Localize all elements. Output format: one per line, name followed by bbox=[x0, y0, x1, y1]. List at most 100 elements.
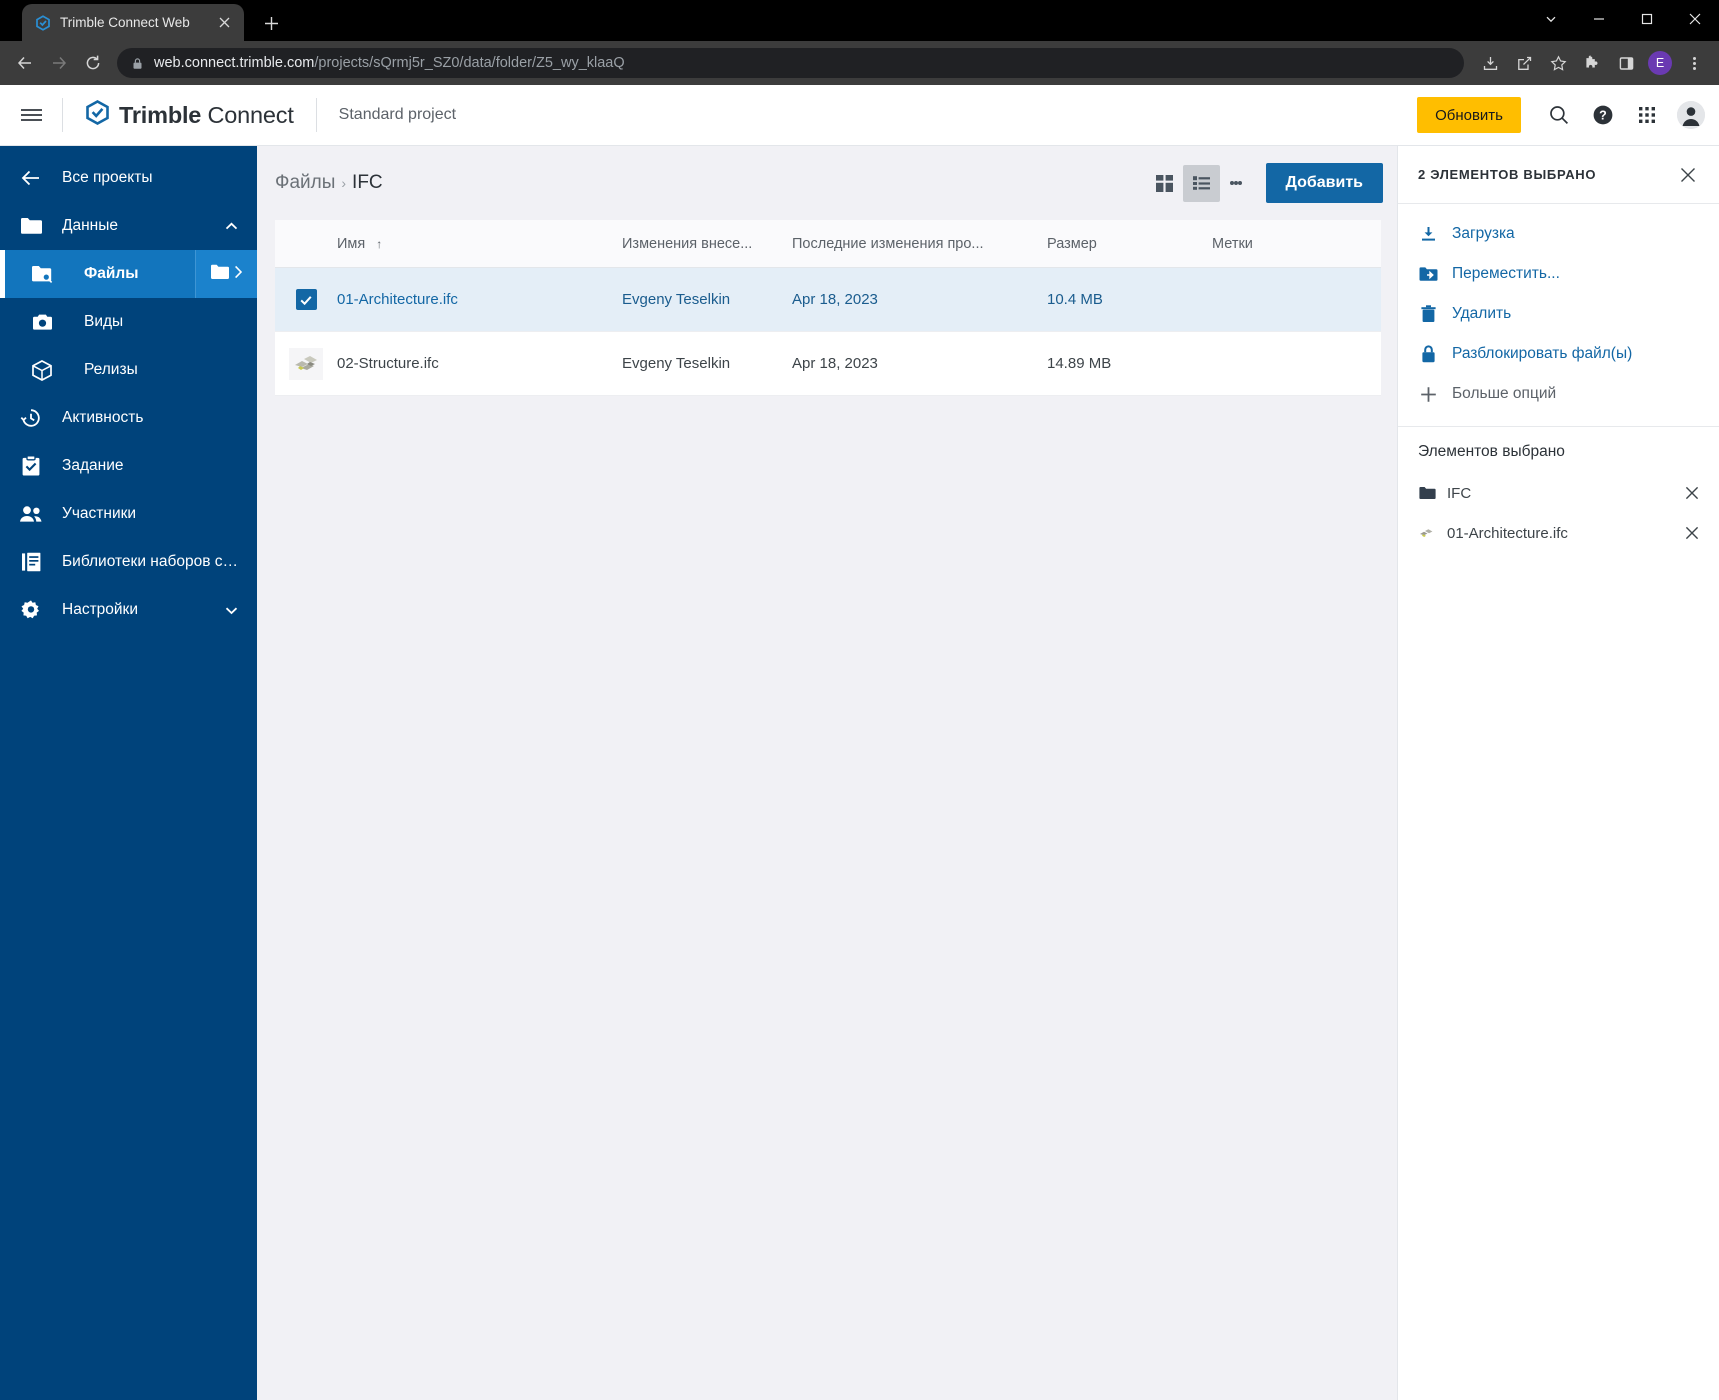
browser-titlebar: Trimble Connect Web bbox=[0, 0, 1719, 41]
puzzle-icon[interactable] bbox=[1576, 47, 1608, 79]
row-file-name[interactable]: 01-Architecture.ifc bbox=[337, 291, 622, 308]
row-checkbox[interactable] bbox=[275, 289, 337, 310]
sidebar-item-property-set-libraries[interactable]: Библиотеки наборов св... bbox=[0, 538, 257, 586]
star-icon[interactable] bbox=[1542, 47, 1574, 79]
svg-text:?: ? bbox=[1599, 109, 1607, 123]
reload-icon[interactable] bbox=[77, 47, 109, 79]
selected-item-folder: IFC bbox=[1398, 473, 1719, 513]
maximize-icon[interactable] bbox=[1623, 0, 1671, 38]
install-app-icon[interactable] bbox=[1474, 47, 1506, 79]
close-icon[interactable] bbox=[1673, 160, 1703, 190]
sidebar: Все проекты Данные Файлы Виды Релизы Акт… bbox=[0, 146, 257, 1400]
table-header-modified-by[interactable]: Изменения внесе... bbox=[622, 236, 792, 252]
profile-avatar[interactable]: E bbox=[1644, 47, 1676, 79]
search-icon[interactable] bbox=[1539, 95, 1579, 135]
row-thumbnail[interactable] bbox=[275, 347, 337, 380]
address-bar-url: web.connect.trimble.com/projects/sQrmj5r… bbox=[154, 55, 625, 71]
clipboard-check-icon bbox=[0, 455, 62, 477]
new-tab-button[interactable] bbox=[256, 8, 286, 38]
row-size: 10.4 MB bbox=[1047, 291, 1103, 308]
side-panel-icon[interactable] bbox=[1610, 47, 1642, 79]
sidebar-item-views-label: Виды bbox=[84, 313, 124, 330]
action-download[interactable]: Загрузка bbox=[1398, 214, 1719, 254]
close-icon[interactable] bbox=[1671, 0, 1719, 38]
chevron-down-icon[interactable] bbox=[219, 603, 243, 618]
action-delete-label: Удалить bbox=[1452, 305, 1512, 322]
help-icon[interactable]: ? bbox=[1583, 95, 1623, 135]
url-path: /projects/sQrmj5r_SZ0/data/folder/Z5_wy_… bbox=[314, 55, 625, 71]
sidebar-item-todo[interactable]: Задание bbox=[0, 442, 257, 490]
sidebar-item-members[interactable]: Участники bbox=[0, 490, 257, 538]
back-arrow-icon[interactable] bbox=[9, 47, 41, 79]
list-view-icon[interactable] bbox=[1182, 164, 1220, 202]
minimize-icon[interactable] bbox=[1575, 0, 1623, 38]
row-file-name[interactable]: 02-Structure.ifc bbox=[337, 355, 622, 372]
close-icon[interactable] bbox=[214, 13, 234, 33]
header-actions: ? bbox=[1521, 95, 1719, 135]
brand-bold: Trimble bbox=[119, 101, 202, 128]
sidebar-item-settings[interactable]: Настройки bbox=[0, 586, 257, 634]
action-more-options[interactable]: Больше опций bbox=[1398, 374, 1719, 414]
move-folder-icon bbox=[1418, 266, 1438, 282]
chevron-up-icon[interactable] bbox=[219, 219, 243, 234]
folder-icon bbox=[1418, 486, 1436, 500]
forward-arrow-icon[interactable] bbox=[43, 47, 75, 79]
grid-view-icon[interactable] bbox=[1146, 165, 1183, 202]
sidebar-files-folder-button[interactable] bbox=[195, 250, 257, 298]
action-delete[interactable]: Удалить bbox=[1398, 294, 1719, 334]
sidebar-item-releases[interactable]: Релизы bbox=[0, 346, 257, 394]
brand-name: Trimble Connect bbox=[119, 102, 294, 129]
app-header: Trimble Connect Standard project Обновит… bbox=[0, 85, 1719, 146]
close-icon[interactable] bbox=[1679, 480, 1705, 506]
kebab-menu-icon[interactable] bbox=[1678, 47, 1710, 79]
box-icon bbox=[0, 359, 84, 381]
table-row[interactable]: 01-Architecture.ifc Evgeny Teselkin Apr … bbox=[275, 268, 1381, 332]
ifc-model-thumbnail bbox=[289, 347, 323, 380]
sidebar-item-settings-label: Настройки bbox=[62, 601, 139, 618]
sidebar-item-data[interactable]: Данные bbox=[0, 202, 257, 250]
table-header-last-modified[interactable]: Последние изменения про... bbox=[792, 236, 1047, 252]
action-move[interactable]: Переместить... bbox=[1398, 254, 1719, 294]
plus-icon bbox=[1418, 386, 1438, 403]
apps-grid-icon[interactable] bbox=[1627, 95, 1667, 135]
people-icon bbox=[0, 505, 62, 523]
table-row[interactable]: 02-Structure.ifc Evgeny Teselkin Apr 18,… bbox=[275, 332, 1381, 396]
browser-window: Trimble Connect Web web.connect.trimble.… bbox=[0, 0, 1719, 1400]
sidebar-all-projects[interactable]: Все проекты bbox=[0, 154, 257, 202]
gear-icon bbox=[0, 599, 62, 621]
selected-item-file: 01-Architecture.ifc bbox=[1398, 513, 1719, 553]
sort-ascending-arrow: ↑ bbox=[376, 236, 383, 251]
lock-icon bbox=[1418, 345, 1438, 363]
files-table: Имя ↑ Изменения внесе... Последние измен… bbox=[275, 220, 1381, 396]
table-header-size[interactable]: Размер bbox=[1047, 236, 1212, 252]
address-bar[interactable]: web.connect.trimble.com/projects/sQrmj5r… bbox=[117, 48, 1464, 78]
chevron-down-icon[interactable] bbox=[1527, 0, 1575, 38]
browser-tab[interactable]: Trimble Connect Web bbox=[22, 4, 244, 41]
table-header-name[interactable]: Имя ↑ bbox=[337, 236, 622, 252]
add-button[interactable]: Добавить bbox=[1265, 163, 1383, 203]
project-name: Standard project bbox=[338, 106, 457, 123]
user-avatar-icon[interactable] bbox=[1677, 101, 1705, 129]
selected-items-title: Элементов выбрано bbox=[1418, 443, 1565, 460]
sidebar-item-views[interactable]: Виды bbox=[0, 298, 257, 346]
table-header-name-label: Имя bbox=[337, 235, 366, 252]
url-domain: web.connect.trimble.com bbox=[154, 55, 315, 71]
brand-logo[interactable]: Trimble Connect bbox=[63, 99, 316, 131]
update-button[interactable]: Обновить bbox=[1417, 97, 1521, 133]
history-clock-icon bbox=[0, 407, 62, 429]
breadcrumb-separator: › bbox=[341, 175, 347, 191]
sidebar-item-files[interactable]: Файлы bbox=[0, 250, 257, 298]
action-unlock-files[interactable]: Разблокировать файл(ы) bbox=[1398, 334, 1719, 374]
breadcrumb-root[interactable]: Файлы bbox=[275, 172, 335, 194]
sidebar-item-activity[interactable]: Активность bbox=[0, 394, 257, 442]
selected-item-label: IFC bbox=[1447, 484, 1472, 502]
table-header-row: Имя ↑ Изменения внесе... Последние измен… bbox=[275, 220, 1381, 268]
checkbox-checked-icon bbox=[295, 289, 317, 310]
more-options-icon[interactable] bbox=[1220, 165, 1252, 202]
browser-tab-title: Trimble Connect Web bbox=[60, 15, 190, 30]
table-header-tags[interactable]: Метки bbox=[1212, 236, 1381, 252]
window-controls bbox=[1527, 0, 1719, 38]
hamburger-icon[interactable] bbox=[0, 106, 62, 124]
share-icon[interactable] bbox=[1508, 47, 1540, 79]
close-icon[interactable] bbox=[1679, 520, 1705, 546]
